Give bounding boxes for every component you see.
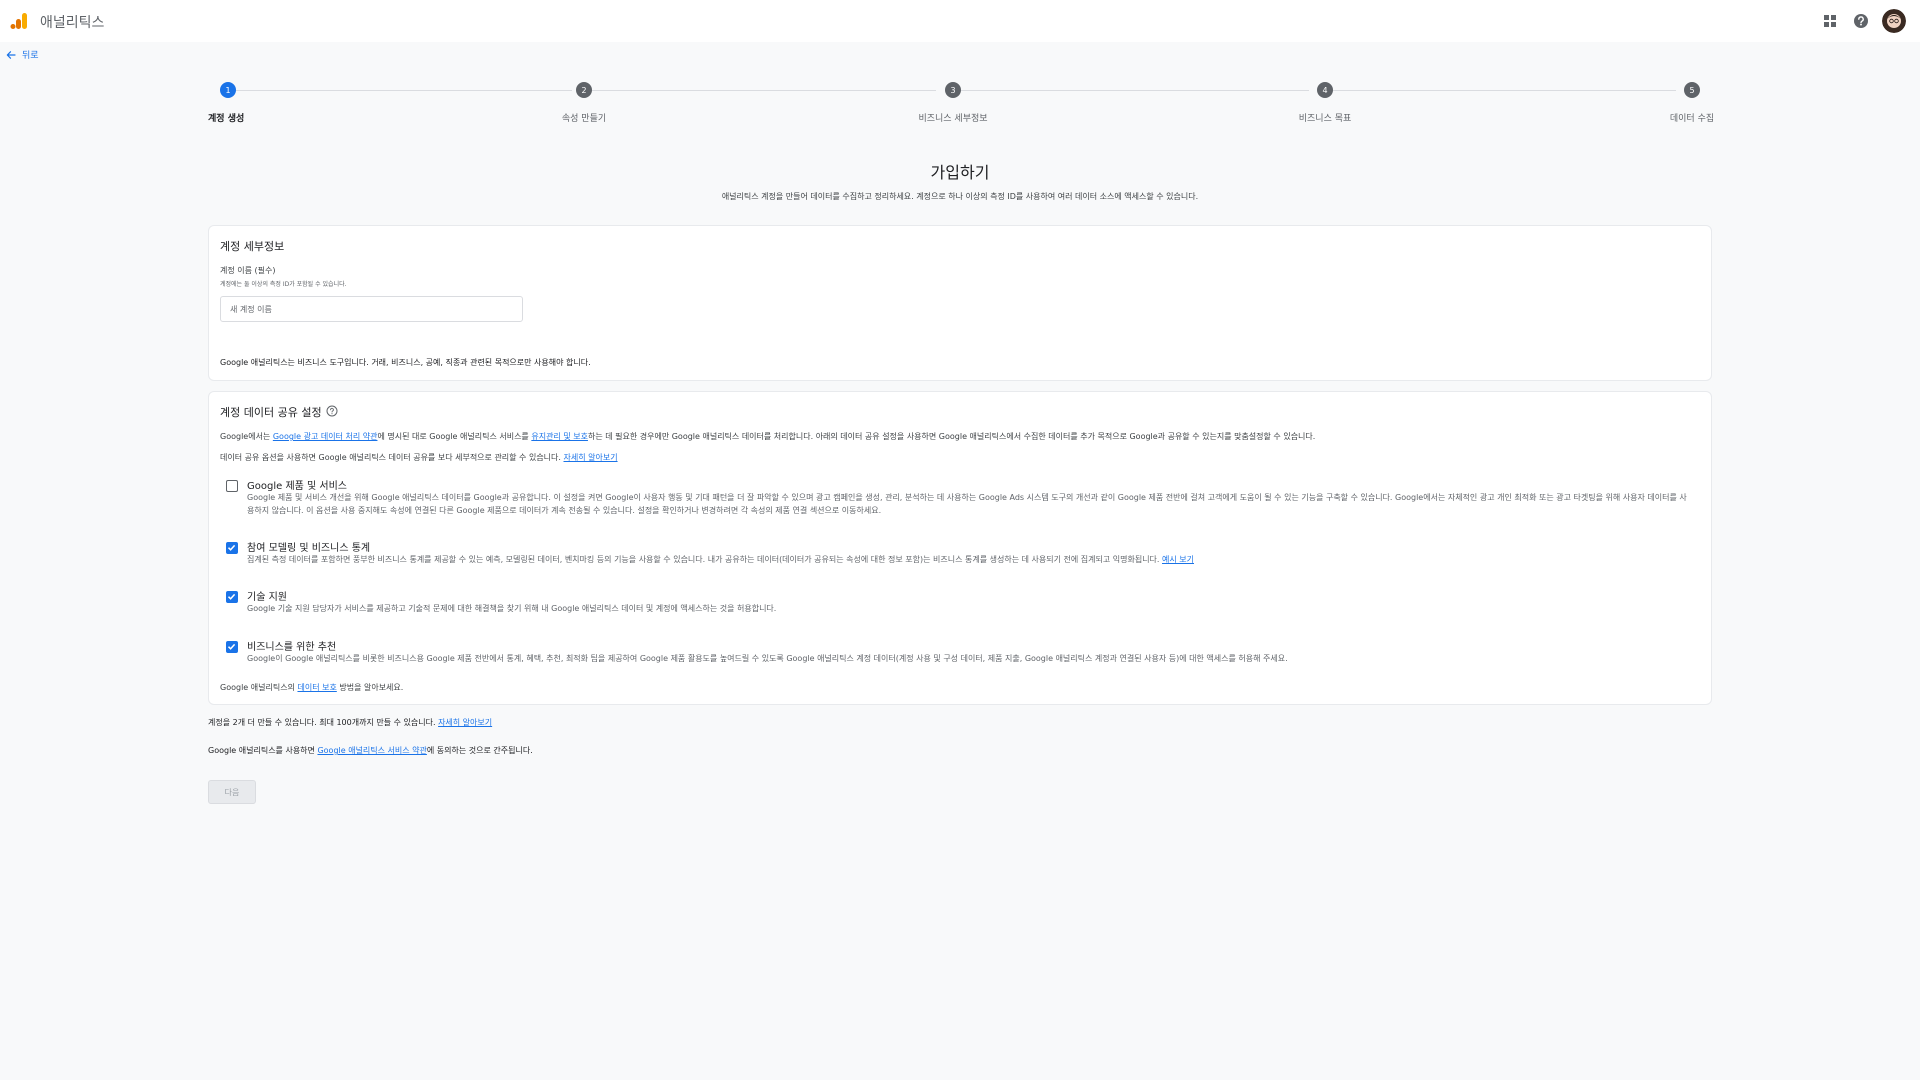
page-subtitle: 애널리틱스 계정을 만들어 데이터를 수집하고 정리하세요. 계정으로 하나 이… bbox=[721, 192, 1199, 201]
option-description: Google 제품 및 서비스 개선을 위해 Google 애널리틱스 데이터를… bbox=[247, 493, 1687, 515]
arrow-left-icon bbox=[6, 50, 16, 59]
tech-support-checkbox[interactable] bbox=[226, 591, 238, 603]
maintain-protect-link[interactable]: 유지관리 및 보호 bbox=[531, 432, 588, 441]
account-limit-note: 계정을 2개 더 만들 수 있습니다. 최대 100개까지 만들 수 있습니다.… bbox=[208, 717, 492, 728]
option-description-text: 집계된 측정 데이터를 포함하면 풍부한 비즈니스 통계를 제공할 수 있는 예… bbox=[247, 555, 1163, 564]
avatar[interactable] bbox=[1882, 9, 1906, 33]
option-description: Google이 Google 애널리틱스를 비롯한 비즈니스용 Google 제… bbox=[247, 654, 1288, 663]
data-protection-note: Google 애널리틱스의 데이터 보호 방법을 알아보세요. bbox=[220, 682, 403, 693]
step-connector bbox=[588, 90, 936, 91]
step-5-label: 데이터 수집 bbox=[1669, 114, 1715, 124]
step-2-indicator: 2 bbox=[576, 82, 592, 98]
step-connector bbox=[952, 90, 1309, 91]
account-name-hint: 계정에는 둘 이상의 측정 ID가 포함될 수 있습니다. bbox=[220, 281, 347, 288]
account-limit-learn-more-link[interactable]: 자세히 알아보기 bbox=[438, 718, 492, 727]
back-link[interactable]: 뒤로 bbox=[6, 48, 39, 61]
checkmark-icon bbox=[227, 593, 236, 600]
step-5-indicator: 5 bbox=[1684, 82, 1700, 98]
options-note-text: 데이터 공유 옵션을 사용하면 Google 애널리틱스 데이터 공유를 보다 … bbox=[220, 453, 564, 462]
step-2-label: 속성 만들기 bbox=[561, 114, 607, 124]
checkmark-icon bbox=[227, 544, 236, 551]
protection-text: Google 애널리틱스의 bbox=[220, 683, 298, 692]
data-sharing-intro: Google에서는 Google 광고 데이터 처리 약관에 명시된 대로 Go… bbox=[220, 431, 1315, 442]
checkmark-icon bbox=[227, 643, 236, 650]
option-title: Google 제품 및 서비스 bbox=[247, 481, 347, 492]
option-title: 기술 지원 bbox=[247, 592, 287, 603]
intro-text: 에 명시된 대로 Google 애널리틱스 서비스를 bbox=[377, 432, 532, 441]
help-circle-icon[interactable] bbox=[1851, 11, 1871, 31]
ads-data-processing-terms-link[interactable]: Google 광고 데이터 처리 약관 bbox=[273, 432, 378, 441]
step-1-label: 계정 생성 bbox=[208, 114, 245, 124]
google-products-checkbox[interactable] bbox=[226, 480, 238, 492]
terms-text: 에 동의하는 것으로 간주됩니다. bbox=[426, 746, 533, 755]
step-1-indicator: 1 bbox=[220, 82, 236, 98]
step-3-indicator: 3 bbox=[945, 82, 961, 98]
step-4-label: 비즈니스 목표 bbox=[1298, 114, 1352, 124]
account-limit-text: 계정을 2개 더 만들 수 있습니다. 최대 100개까지 만들 수 있습니다. bbox=[208, 718, 439, 727]
protection-text: 방법을 알아보세요. bbox=[336, 683, 404, 692]
account-name-input[interactable] bbox=[220, 296, 523, 322]
step-connector bbox=[232, 90, 572, 91]
intro-text: Google에서는 bbox=[220, 432, 273, 441]
account-details-card: 계정 세부정보 계정 이름 (필수) 계정에는 둘 이상의 측정 ID가 포함될… bbox=[208, 225, 1712, 381]
intro-text: 하는 데 필요한 경우에만 Google 애널리틱스 데이터를 처리합니다. 아… bbox=[587, 432, 1316, 441]
option-description: 집계된 측정 데이터를 포함하면 풍부한 비즈니스 통계를 제공할 수 있는 예… bbox=[247, 553, 1687, 566]
modeling-checkbox[interactable] bbox=[226, 542, 238, 554]
recommendations-checkbox[interactable] bbox=[226, 641, 238, 653]
top-app-bar: 애널리틱스 bbox=[0, 0, 1920, 42]
app-title[interactable]: 애널리틱스 bbox=[40, 12, 104, 32]
option-description: Google 기술 지원 담당자가 서비스를 제공하고 기술적 문제에 대한 해… bbox=[247, 604, 777, 613]
see-example-link[interactable]: 예시 보기 bbox=[1162, 555, 1194, 564]
terms-note: Google 애널리틱스를 사용하면 Google 애널리틱스 서비스 약관에 … bbox=[208, 745, 533, 756]
data-sharing-options-note: 데이터 공유 옵션을 사용하면 Google 애널리틱스 데이터 공유를 보다 … bbox=[220, 452, 618, 463]
account-name-label: 계정 이름 (필수) bbox=[220, 266, 276, 275]
help-circle-icon[interactable] bbox=[326, 405, 338, 417]
learn-more-link[interactable]: 자세히 알아보기 bbox=[564, 453, 618, 462]
business-tool-note: Google 애널리틱스는 비즈니스 도구입니다. 거래, 비즈니스, 공예, … bbox=[220, 358, 591, 367]
step-4-indicator: 4 bbox=[1317, 82, 1333, 98]
next-button[interactable]: 다음 bbox=[208, 780, 256, 804]
option-title: 비즈니스를 위한 추천 bbox=[247, 642, 337, 653]
data-protection-link[interactable]: 데이터 보호 bbox=[297, 683, 336, 692]
data-sharing-card: 계정 데이터 공유 설정 Google에서는 Google 광고 데이터 처리 … bbox=[208, 391, 1712, 705]
account-details-title: 계정 세부정보 bbox=[220, 240, 285, 253]
terms-text: Google 애널리틱스를 사용하면 bbox=[208, 746, 318, 755]
step-3-label: 비즈니스 세부정보 bbox=[918, 114, 988, 124]
terms-of-service-link[interactable]: Google 애널리틱스 서비스 약관 bbox=[317, 746, 426, 755]
data-sharing-title: 계정 데이터 공유 설정 bbox=[220, 406, 322, 419]
back-label: 뒤로 bbox=[22, 51, 39, 61]
page-title: 가입하기 bbox=[930, 163, 990, 182]
option-title: 참여 모델링 및 비즈니스 통계 bbox=[247, 543, 371, 554]
analytics-logo-icon[interactable] bbox=[10, 12, 28, 30]
step-connector bbox=[1325, 90, 1676, 91]
apps-grid-icon[interactable] bbox=[1820, 11, 1840, 31]
setup-stepper: 1 2 3 4 5 계정 생성 속성 만들기 비즈니스 세부정보 비즈니스 목표… bbox=[208, 82, 1715, 124]
